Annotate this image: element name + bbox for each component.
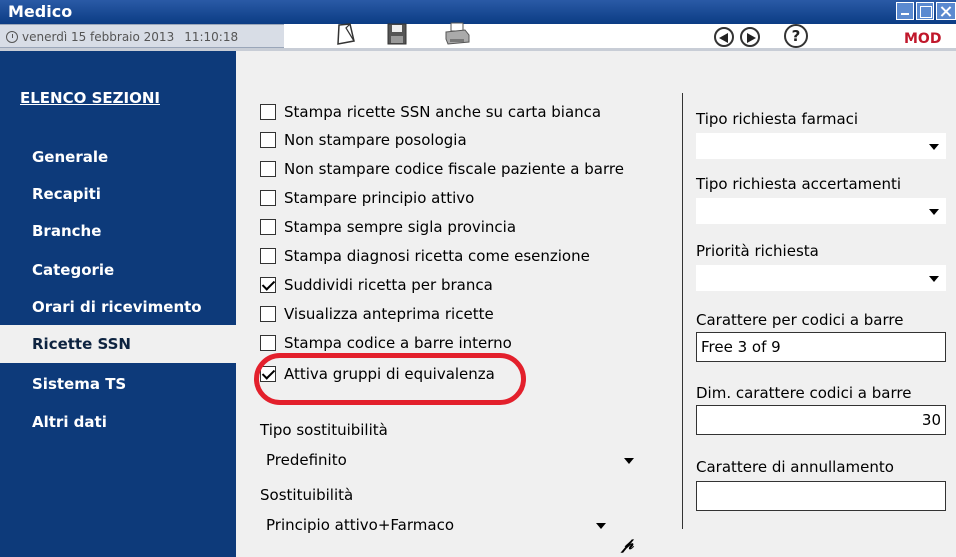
back-icon[interactable]	[714, 27, 734, 47]
chevron-down-icon[interactable]	[596, 523, 606, 529]
sidebar-item-ricette-ssn[interactable]: Ricette SSN	[0, 325, 236, 363]
priorita-richiesta-label: Priorità richiesta	[696, 242, 819, 260]
option-suddividi-ricetta-branca[interactable]: Suddividi ricetta per branca	[260, 276, 493, 298]
print-icon[interactable]	[443, 22, 471, 46]
option-label: Non stampare codice fiscale paziente a b…	[284, 160, 624, 178]
close-icon[interactable]	[936, 2, 956, 20]
tipo-richiesta-accertamenti-label: Tipo richiesta accertamenti	[696, 175, 902, 193]
option-label: Suddividi ricetta per branca	[284, 276, 493, 294]
option-non-stampare-codice-fiscale[interactable]: Non stampare codice fiscale paziente a b…	[260, 160, 624, 182]
option-stampa-carta-bianca[interactable]: Stampa ricette SSN anche su carta bianca	[260, 103, 601, 125]
forward-icon[interactable]	[740, 27, 760, 47]
clock-icon	[6, 31, 18, 43]
option-stampa-sigla-provincia[interactable]: Stampa sempre sigla provincia	[260, 218, 516, 240]
sidebar-item-branche[interactable]: Branche	[0, 212, 236, 250]
current-date: venerdì 15 febbraio 2013	[22, 30, 175, 44]
option-label: Visualizza anteprima ricette	[284, 305, 494, 323]
link-icon[interactable]: 𝓅	[622, 534, 633, 554]
sidebar-item-altri-dati[interactable]: Altri dati	[0, 403, 236, 441]
option-visualizza-anteprima[interactable]: Visualizza anteprima ricette	[260, 305, 494, 327]
sidebar-item-sistema-ts[interactable]: Sistema TS	[0, 365, 236, 403]
option-stampa-diagnosi-esenzione[interactable]: Stampa diagnosi ricetta come esenzione	[260, 247, 590, 269]
tipo-richiesta-farmaci-label: Tipo richiesta farmaci	[696, 110, 859, 128]
option-non-stampare-posologia[interactable]: Non stampare posologia	[260, 131, 467, 153]
chevron-down-icon[interactable]	[624, 458, 634, 464]
maximize-icon[interactable]	[916, 2, 934, 20]
tipo-richiesta-farmaci-select[interactable]	[696, 133, 946, 159]
option-stampare-principio-attivo[interactable]: Stampare principio attivo	[260, 189, 474, 211]
main-panel: Stampa ricette SSN anche su carta bianca…	[236, 48, 956, 557]
checkbox[interactable]	[260, 132, 276, 148]
tipo-sostituibilita-label: Tipo sostituibilità	[260, 421, 388, 439]
help-icon[interactable]: ?	[784, 24, 808, 48]
checkbox[interactable]	[260, 219, 276, 235]
carattere-annullamento-input[interactable]	[696, 481, 946, 511]
checkbox[interactable]	[260, 161, 276, 177]
sidebar: ELENCO SEZIONI Generale Recapiti Branche…	[0, 48, 236, 557]
minimize-icon[interactable]	[896, 2, 914, 20]
sidebar-item-orari-di-ricevimento[interactable]: Orari di ricevimento	[0, 288, 236, 326]
sidebar-item-generale[interactable]: Generale	[0, 138, 236, 176]
checkbox[interactable]	[260, 306, 276, 322]
highlight-annotation	[254, 353, 526, 405]
checkbox[interactable]	[260, 335, 276, 351]
sostituibilita-label: Sostituibilità	[260, 486, 354, 504]
save-icon[interactable]	[383, 22, 411, 46]
tipo-sostituibilita-value: Predefinito	[266, 451, 347, 469]
sostituibilita-select[interactable]: Principio attivo+Farmaco	[260, 513, 612, 539]
vertical-divider	[682, 93, 683, 529]
option-label: Stampa ricette SSN anche su carta bianca	[284, 103, 602, 121]
tipo-sostituibilita-select[interactable]: Predefinito	[260, 448, 640, 474]
title-bar: Medico venerdì 15 febbraio 2013 11:10:18 …	[0, 0, 956, 48]
checkbox[interactable]	[260, 104, 276, 120]
carattere-codici-barre-input[interactable]: Free 3 of 9	[696, 332, 946, 362]
priorita-richiesta-select[interactable]	[696, 265, 946, 291]
carattere-codici-barre-label: Carattere per codici a barre	[696, 311, 904, 329]
sostituibilita-value: Principio attivo+Farmaco	[266, 516, 454, 534]
current-time: 11:10:18	[184, 30, 239, 44]
tipo-richiesta-accertamenti-select[interactable]	[696, 198, 946, 224]
option-label: Stampa codice a barre interno	[284, 334, 512, 352]
chevron-down-icon[interactable]	[929, 209, 939, 215]
sidebar-item-recapiti[interactable]: Recapiti	[0, 175, 236, 213]
option-label: Non stampare posologia	[284, 131, 467, 149]
checkbox[interactable]	[260, 190, 276, 206]
checkbox[interactable]	[260, 248, 276, 264]
dim-carattere-codici-barre-label: Dim. carattere codici a barre	[696, 384, 912, 402]
mode-badge: MOD	[904, 31, 942, 47]
dim-carattere-codici-barre-input[interactable]: 30	[696, 405, 946, 435]
sidebar-title: ELENCO SEZIONI	[20, 89, 160, 107]
date-time-bar: venerdì 15 febbraio 2013 11:10:18	[0, 24, 284, 48]
checkbox-checked[interactable]	[260, 277, 276, 293]
carattere-annullamento-label: Carattere di annullamento	[696, 458, 894, 476]
chevron-down-icon[interactable]	[929, 144, 939, 150]
option-label: Stampare principio attivo	[284, 189, 475, 207]
option-label: Stampa diagnosi ricetta come esenzione	[284, 247, 590, 265]
option-label: Stampa sempre sigla provincia	[284, 218, 517, 236]
document-icon[interactable]	[330, 22, 358, 46]
chevron-down-icon[interactable]	[929, 276, 939, 282]
sidebar-item-categorie[interactable]: Categorie	[0, 251, 236, 289]
window-title: Medico	[8, 2, 73, 21]
title-strip	[0, 0, 956, 24]
